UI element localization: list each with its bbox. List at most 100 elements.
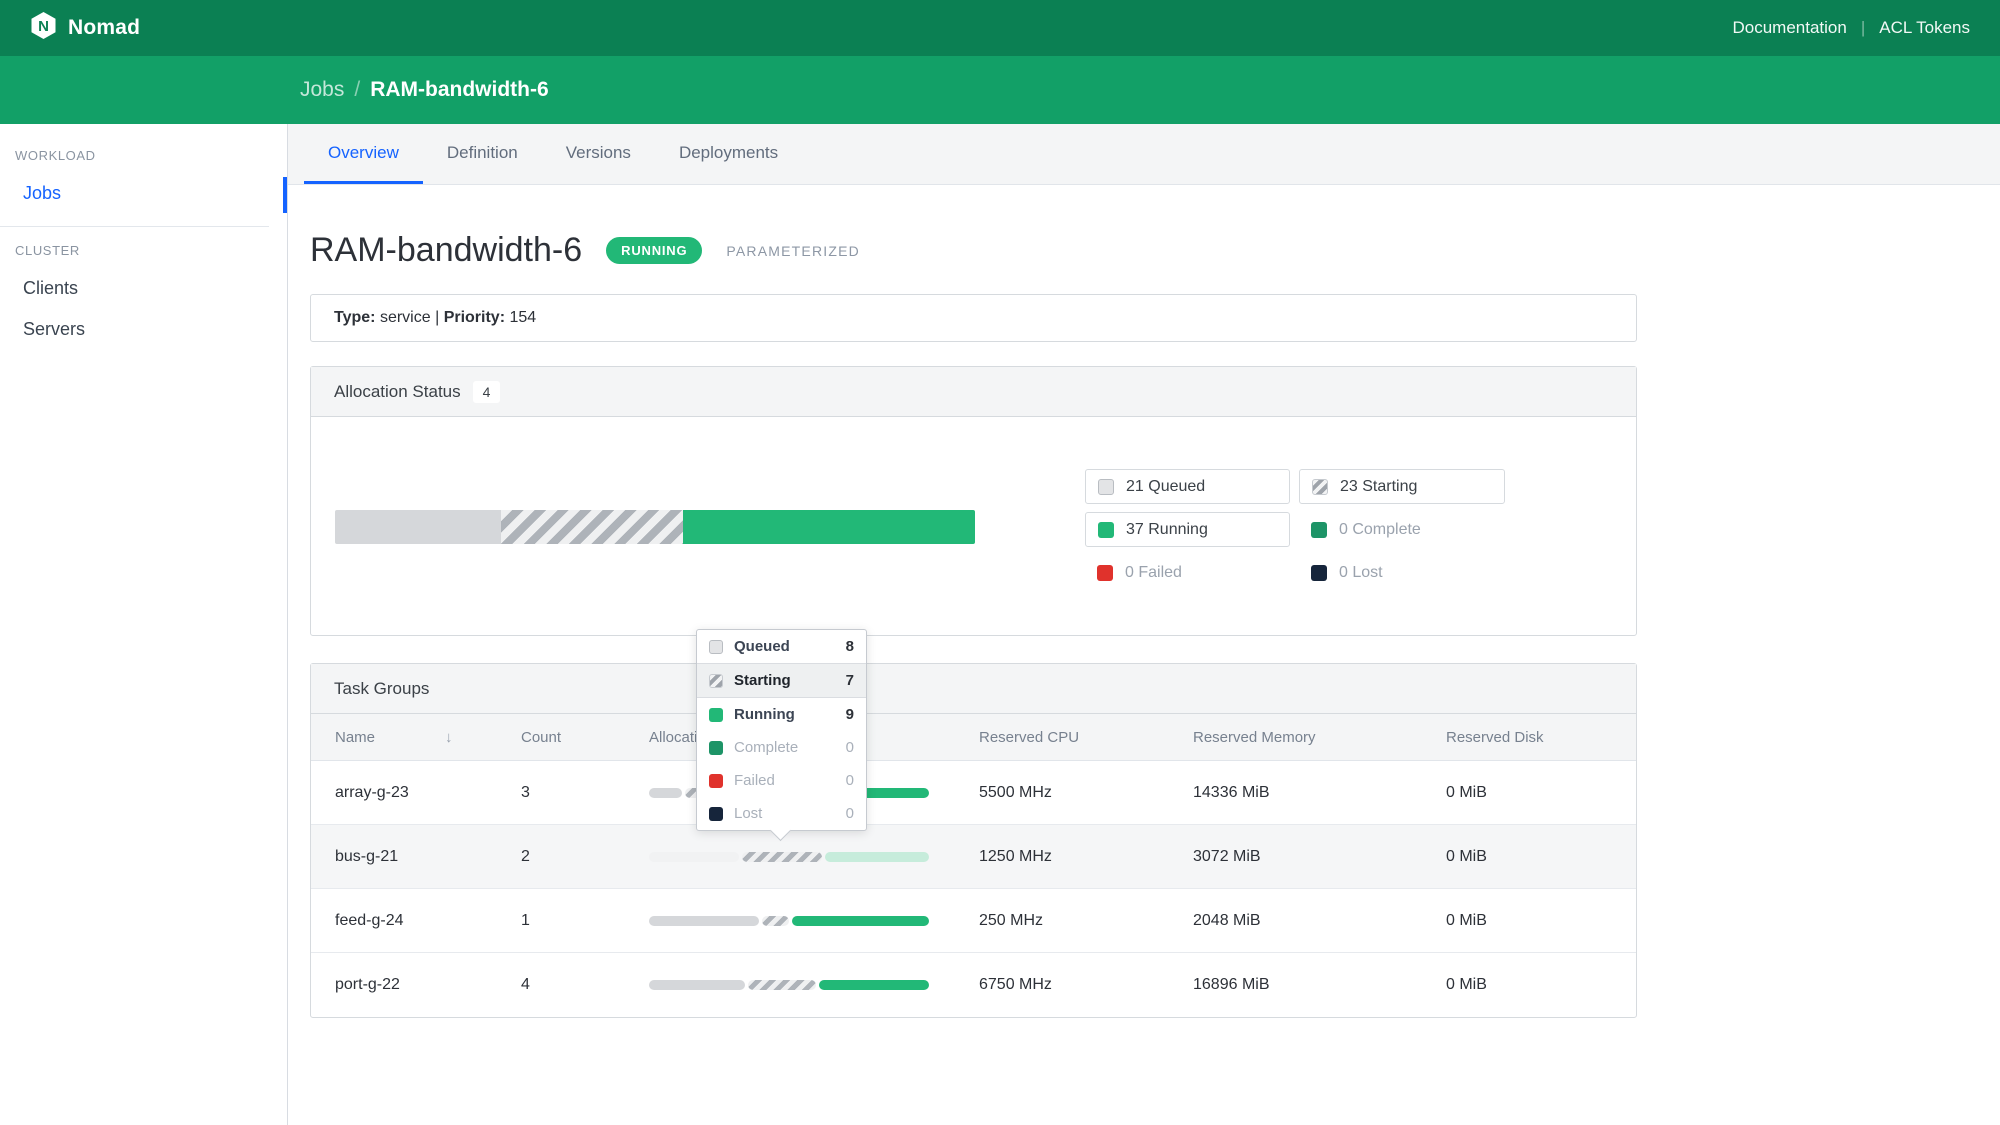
sidebar-divider: [0, 226, 269, 227]
cell-name: port-g-22: [335, 976, 400, 993]
cell-name: feed-g-24: [335, 911, 404, 929]
sort-desc-icon: ↓: [445, 728, 453, 746]
bar-segment-running: [682, 510, 975, 544]
cell-reserved-memory: 14336 MiB: [1193, 783, 1270, 801]
running-swatch-icon: [1098, 521, 1114, 538]
cell-reserved-disk: 0 MiB: [1446, 847, 1487, 865]
table-row-port-g-22[interactable]: port-g-22 4 6750 MHz 16896 MiB 0 MiB: [311, 953, 1636, 1017]
column-header-reserved-memory[interactable]: Reserved Memory: [1193, 729, 1446, 746]
bar-segment-queued: [649, 915, 759, 926]
cell-name: bus-g-21: [335, 847, 399, 865]
tooltip-row-queued: Queued 8: [697, 630, 866, 663]
cell-reserved-memory: 16896 MiB: [1193, 976, 1270, 993]
cell-reserved-cpu: 250 MHz: [979, 911, 1044, 929]
cell-reserved-memory: 2048 MiB: [1193, 911, 1261, 929]
brand-name: Nomad: [68, 16, 141, 39]
breadcrumb-current: RAM-bandwidth-6: [370, 78, 549, 101]
allocation-legend: 21 Queued 23 Starting 37 Running 0 Compl…: [1085, 469, 1505, 590]
sidebar-section-cluster: CLUSTER: [15, 243, 80, 258]
cell-reserved-memory: 3072 MiB: [1193, 847, 1261, 865]
breadcrumb: Jobs / RAM-bandwidth-6: [0, 56, 2000, 124]
complete-swatch-icon: [709, 740, 723, 755]
queued-swatch-icon: [709, 639, 723, 654]
tab-bar: Overview Definition Versions Deployments: [288, 124, 2000, 185]
column-header-reserved-cpu[interactable]: Reserved CPU: [979, 729, 1193, 746]
failed-swatch-icon: [1097, 564, 1113, 581]
legend-item-running[interactable]: 37 Running: [1085, 512, 1290, 547]
task-groups-panel: Task Groups Name↓ Count Allocation Statu…: [310, 663, 1637, 1018]
tooltip-row-failed: Failed 0: [697, 764, 866, 797]
sidebar-item-servers[interactable]: Servers: [0, 309, 287, 350]
legend-item-starting[interactable]: 23 Starting: [1299, 469, 1505, 504]
task-groups-title: Task Groups: [334, 678, 430, 698]
allocation-mini-bar: [649, 980, 929, 990]
running-swatch-icon: [709, 707, 723, 722]
sidebar-section-workload: WORKLOAD: [15, 148, 96, 163]
bar-segment-starting: [761, 915, 789, 926]
queued-swatch-icon: [1098, 478, 1114, 495]
active-indicator: [283, 177, 287, 213]
nomad-brand[interactable]: N Nomad: [30, 11, 140, 45]
sidebar: WORKLOAD Jobs CLUSTER Clients Servers: [0, 124, 288, 1125]
bar-segment-running: [792, 915, 929, 926]
cell-reserved-disk: 0 MiB: [1446, 976, 1487, 993]
priority-label: Priority:: [443, 309, 506, 326]
status-badge: RUNNING: [606, 237, 703, 264]
starting-swatch-icon: [709, 673, 723, 688]
cell-count: 3: [521, 783, 530, 801]
bar-segment-queued: [335, 510, 501, 544]
sidebar-item-jobs[interactable]: Jobs: [0, 173, 287, 214]
allocation-mini-bar: [649, 915, 929, 926]
column-header-count[interactable]: Count: [521, 729, 649, 746]
legend-item-lost: 0 Lost: [1299, 555, 1505, 590]
column-header-reserved-disk[interactable]: Reserved Disk: [1446, 729, 1636, 746]
complete-swatch-icon: [1311, 521, 1327, 538]
page-title: RAM-bandwidth-6: [310, 231, 583, 269]
table-row-feed-g-24[interactable]: feed-g-24 1 250 MHz 2048 MiB 0 MiB: [311, 889, 1636, 953]
lost-swatch-icon: [709, 806, 723, 821]
legend-item-failed: 0 Failed: [1085, 555, 1290, 590]
bar-segment-running: [819, 980, 929, 990]
tab-overview[interactable]: Overview: [304, 124, 423, 184]
tooltip-row-complete: Complete 0: [697, 731, 866, 764]
priority-value: 154: [509, 309, 537, 326]
cell-count: 1: [521, 911, 530, 929]
tab-definition[interactable]: Definition: [423, 124, 542, 184]
breadcrumb-jobs-link[interactable]: Jobs: [300, 78, 344, 102]
meta-separator: |: [435, 309, 440, 326]
allocation-status-badge: 4: [472, 380, 501, 403]
nomad-logo-icon: N: [30, 11, 57, 45]
cell-count: 2: [521, 847, 530, 865]
bar-segment-starting: [747, 980, 817, 990]
bar-segment-queued: [649, 787, 682, 798]
top-navbar: N Nomad Documentation | ACL Tokens: [0, 0, 2000, 56]
tooltip-row-starting: Starting 7: [697, 663, 866, 698]
tooltip-row-lost: Lost 0: [697, 797, 866, 830]
task-groups-header-row: Name↓ Count Allocation Status Reserved C…: [311, 714, 1636, 761]
legend-item-queued[interactable]: 21 Queued: [1085, 469, 1290, 504]
tab-versions[interactable]: Versions: [542, 124, 655, 184]
table-row-bus-g-21[interactable]: bus-g-21 2 1250 MHz 3072 MiB 0 MiB: [311, 825, 1636, 889]
allocation-status-bar[interactable]: [335, 510, 975, 544]
starting-swatch-icon: [1312, 478, 1328, 495]
allocation-status-title: Allocation Status: [334, 381, 461, 401]
cell-reserved-cpu: 1250 MHz: [979, 847, 1052, 865]
svg-text:N: N: [38, 18, 49, 35]
table-row-array-g-23[interactable]: array-g-23 3 5500 MHz 14336 MiB 0 MiB: [311, 761, 1636, 825]
documentation-link[interactable]: Documentation: [1733, 18, 1847, 38]
acl-tokens-link[interactable]: ACL Tokens: [1879, 18, 1970, 38]
bar-segment-starting: [742, 851, 822, 862]
cell-reserved-cpu: 6750 MHz: [979, 976, 1052, 993]
tooltip-row-running: Running 9: [697, 698, 866, 731]
job-meta-box: Type: service | Priority: 154: [310, 294, 1637, 342]
cell-reserved-disk: 0 MiB: [1446, 783, 1487, 801]
navbar-separator: |: [1860, 18, 1866, 37]
tab-deployments[interactable]: Deployments: [655, 124, 802, 184]
column-header-name[interactable]: Name ↓: [335, 729, 521, 746]
sidebar-item-clients[interactable]: Clients: [0, 268, 287, 309]
bar-segment-queued: [649, 851, 740, 862]
breadcrumb-separator: /: [354, 78, 361, 101]
cell-reserved-disk: 0 MiB: [1446, 911, 1487, 929]
type-value: service: [379, 309, 431, 326]
legend-item-complete: 0 Complete: [1299, 512, 1505, 547]
